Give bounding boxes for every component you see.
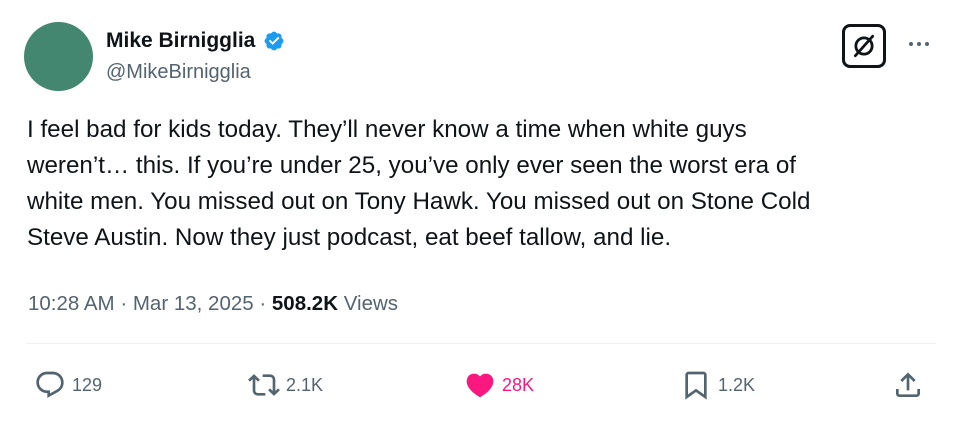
like-count: 28K <box>502 374 535 395</box>
reply-icon <box>36 371 64 398</box>
grok-button[interactable] <box>842 24 886 68</box>
share-icon <box>896 372 920 397</box>
tweet-text-line: Steve Austin. Now they just podcast, eat… <box>27 224 672 251</box>
author-handle[interactable]: @MikeBirnigglia <box>106 60 251 84</box>
repost-icon <box>248 374 280 396</box>
tweet-text-line: white men. You missed out on Tony Hawk. … <box>27 188 811 215</box>
more-dot-icon <box>909 42 913 46</box>
reply-count: 129 <box>72 374 103 395</box>
more-dot-icon <box>925 42 929 46</box>
tweet-date[interactable]: Mar 13, 2025 <box>133 292 254 315</box>
bookmark-count: 1.2K <box>718 374 756 395</box>
author-row: Mike Birnigglia <box>106 28 285 53</box>
views-label: Views <box>343 292 399 315</box>
tweet-time[interactable]: 10:28 AM <box>28 292 115 315</box>
views-count[interactable]: 508.2K <box>272 292 338 315</box>
tweet-text: I feel bad for kids today. They’ll never… <box>27 112 947 256</box>
divider <box>26 343 936 344</box>
verified-badge-icon[interactable] <box>263 30 285 52</box>
tweet-meta: 10:28 AM · Mar 13, 2025 · 508.2K Views <box>28 291 398 317</box>
bookmark-button[interactable]: 1.2K <box>680 366 755 404</box>
grok-icon <box>853 34 875 58</box>
repost-count: 2.1K <box>286 374 324 395</box>
meta-separator: · <box>259 292 267 315</box>
author-display-name[interactable]: Mike Birnigglia <box>106 28 255 53</box>
tweet-text-line: weren’t… this. If you’re under 25, you’v… <box>27 152 797 179</box>
more-dot-icon <box>917 42 921 46</box>
tweet-text-line: I feel bad for kids today. They’ll never… <box>27 116 747 143</box>
like-button[interactable]: 28K <box>464 366 534 404</box>
more-options-button[interactable] <box>904 34 934 54</box>
meta-separator: · <box>120 292 128 315</box>
avatar[interactable] <box>24 22 93 91</box>
repost-button[interactable]: 2.1K <box>248 366 323 404</box>
share-button[interactable] <box>892 366 924 404</box>
heart-icon <box>466 373 494 398</box>
bookmark-icon <box>685 371 707 400</box>
reply-button[interactable]: 129 <box>34 366 102 404</box>
